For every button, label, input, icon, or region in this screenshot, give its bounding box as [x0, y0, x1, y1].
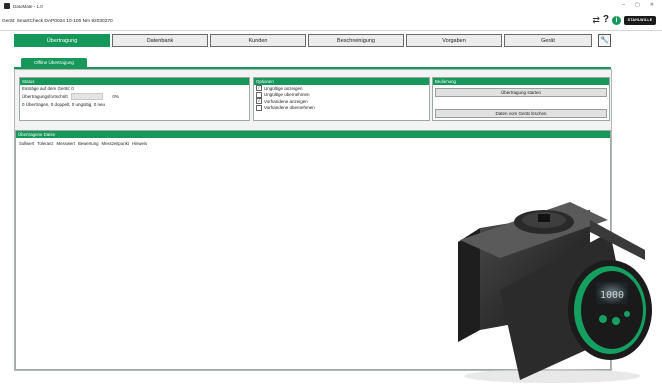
tab-uebertragung[interactable]: Übertragung [14, 34, 110, 47]
device-icons: ⇄ ? i STAHLWILLE [592, 15, 656, 25]
option-label: Vorhandene übernehmen [264, 105, 315, 111]
tab-datenbank[interactable]: Datenbank [112, 34, 208, 47]
options-panel: Optionen ✓ Ungültige anzeigen Ungültige ü… [253, 77, 430, 121]
status-title: Status [20, 78, 249, 85]
device-range: 10-100 Nm [66, 18, 91, 24]
window-title: DatoMate - 1.0 [13, 3, 43, 9]
svg-text:1000: 1000 [600, 290, 624, 301]
column-header[interactable]: Sollwert [19, 141, 34, 146]
column-header[interactable]: Toleranz [37, 141, 53, 146]
option-label: Ungültige anzeigen [264, 85, 303, 91]
tab-geraet[interactable]: Gerät [504, 34, 592, 47]
device-label: Gerät: [2, 18, 16, 24]
tab-label: Kunden [248, 37, 268, 44]
option-label: Vorhandene anzeigen [264, 98, 308, 104]
tab-label: Gerät [541, 37, 555, 44]
main-tabs: Übertragung Datenbank Kunden Beschreinig… [14, 34, 607, 47]
tab-label: Vorgaben [442, 37, 466, 44]
column-header[interactable]: Messzeitpunkt [101, 141, 128, 146]
device-name: SmartCheck DAP0024 [16, 18, 65, 24]
column-header[interactable]: Hinweis [132, 141, 147, 146]
device-info: Gerät: SmartCheck DAP0024 10-100 Nm 9203… [2, 19, 113, 24]
checkbox-checked[interactable]: ✓ [256, 98, 262, 105]
control-title: Bedienung [433, 78, 609, 85]
control-panel: Bedienung Übertragung starten Daten vom … [432, 77, 610, 121]
transfer-summary: 0 Übertragen, 0 doppelt, 0 ungültig, 0 n… [22, 102, 106, 107]
option-label: Ungültige übernehmen [264, 92, 310, 98]
subtab-offline-uebertragung[interactable]: Offline Übertragung [21, 58, 87, 67]
status-panel: Status Einträge auf dem Gerät: 0 Übertra… [19, 77, 250, 121]
entries-count: Einträge auf dem Gerät: 0 [22, 86, 74, 91]
column-header[interactable]: Bewertung [78, 141, 99, 146]
tab-label: Übertragung [46, 37, 78, 44]
tab-vorgaben[interactable]: Vorgaben [406, 34, 502, 47]
transfer-icon[interactable]: ⇄ [592, 15, 600, 25]
maximize-button[interactable]: ▢ [635, 2, 640, 8]
tab-label: Beschreinigung [337, 37, 375, 44]
option-vorhandene-uebernehmen[interactable]: Vorhandene übernehmen [254, 104, 429, 112]
start-transfer-button[interactable]: Übertragung starten [435, 88, 607, 97]
data-table-header: Sollwert Toleranz Messwert Bewertung Mes… [19, 141, 147, 146]
progress-label: Übertragungsfortschritt [22, 94, 68, 99]
settings-wrench-icon[interactable]: 🔧 [598, 34, 611, 47]
minimize-button[interactable]: – [622, 2, 625, 8]
window-controls: – ▢ ✕ [622, 2, 654, 8]
options-title: Optionen [254, 78, 429, 85]
delete-device-data-button[interactable]: Daten vom Gerät löschen [435, 109, 607, 118]
progress-percent: 0% [112, 94, 119, 99]
stahlwille-logo: STAHLWILLE [624, 15, 656, 25]
checkbox[interactable] [256, 91, 262, 98]
tab-kunden[interactable]: Kunden [210, 34, 306, 47]
checkbox[interactable] [256, 104, 262, 111]
tab-label: Datenbank [146, 37, 174, 44]
column-header[interactable]: Messwert [57, 141, 75, 146]
title-bar: DatoMate - 1.0 – ▢ ✕ [0, 0, 662, 12]
app-icon [4, 3, 10, 9]
device-serial: 92030270 [91, 18, 113, 24]
help-icon[interactable]: ? [603, 15, 609, 25]
close-button[interactable]: ✕ [650, 2, 654, 8]
progress-bar [71, 93, 104, 101]
tab-beschreinigung[interactable]: Beschreinigung [308, 34, 404, 47]
checkbox-checked[interactable]: ✓ [256, 85, 262, 92]
data-panel-title: Übertragene Daten [16, 131, 610, 138]
progress-row: Übertragungsfortschritt 0% [20, 93, 249, 101]
torque-tester-device-image: 1000 [458, 202, 652, 383]
info-icon[interactable]: i [612, 15, 621, 25]
device-bar: Gerät: SmartCheck DAP0024 10-100 Nm 9203… [0, 12, 662, 31]
